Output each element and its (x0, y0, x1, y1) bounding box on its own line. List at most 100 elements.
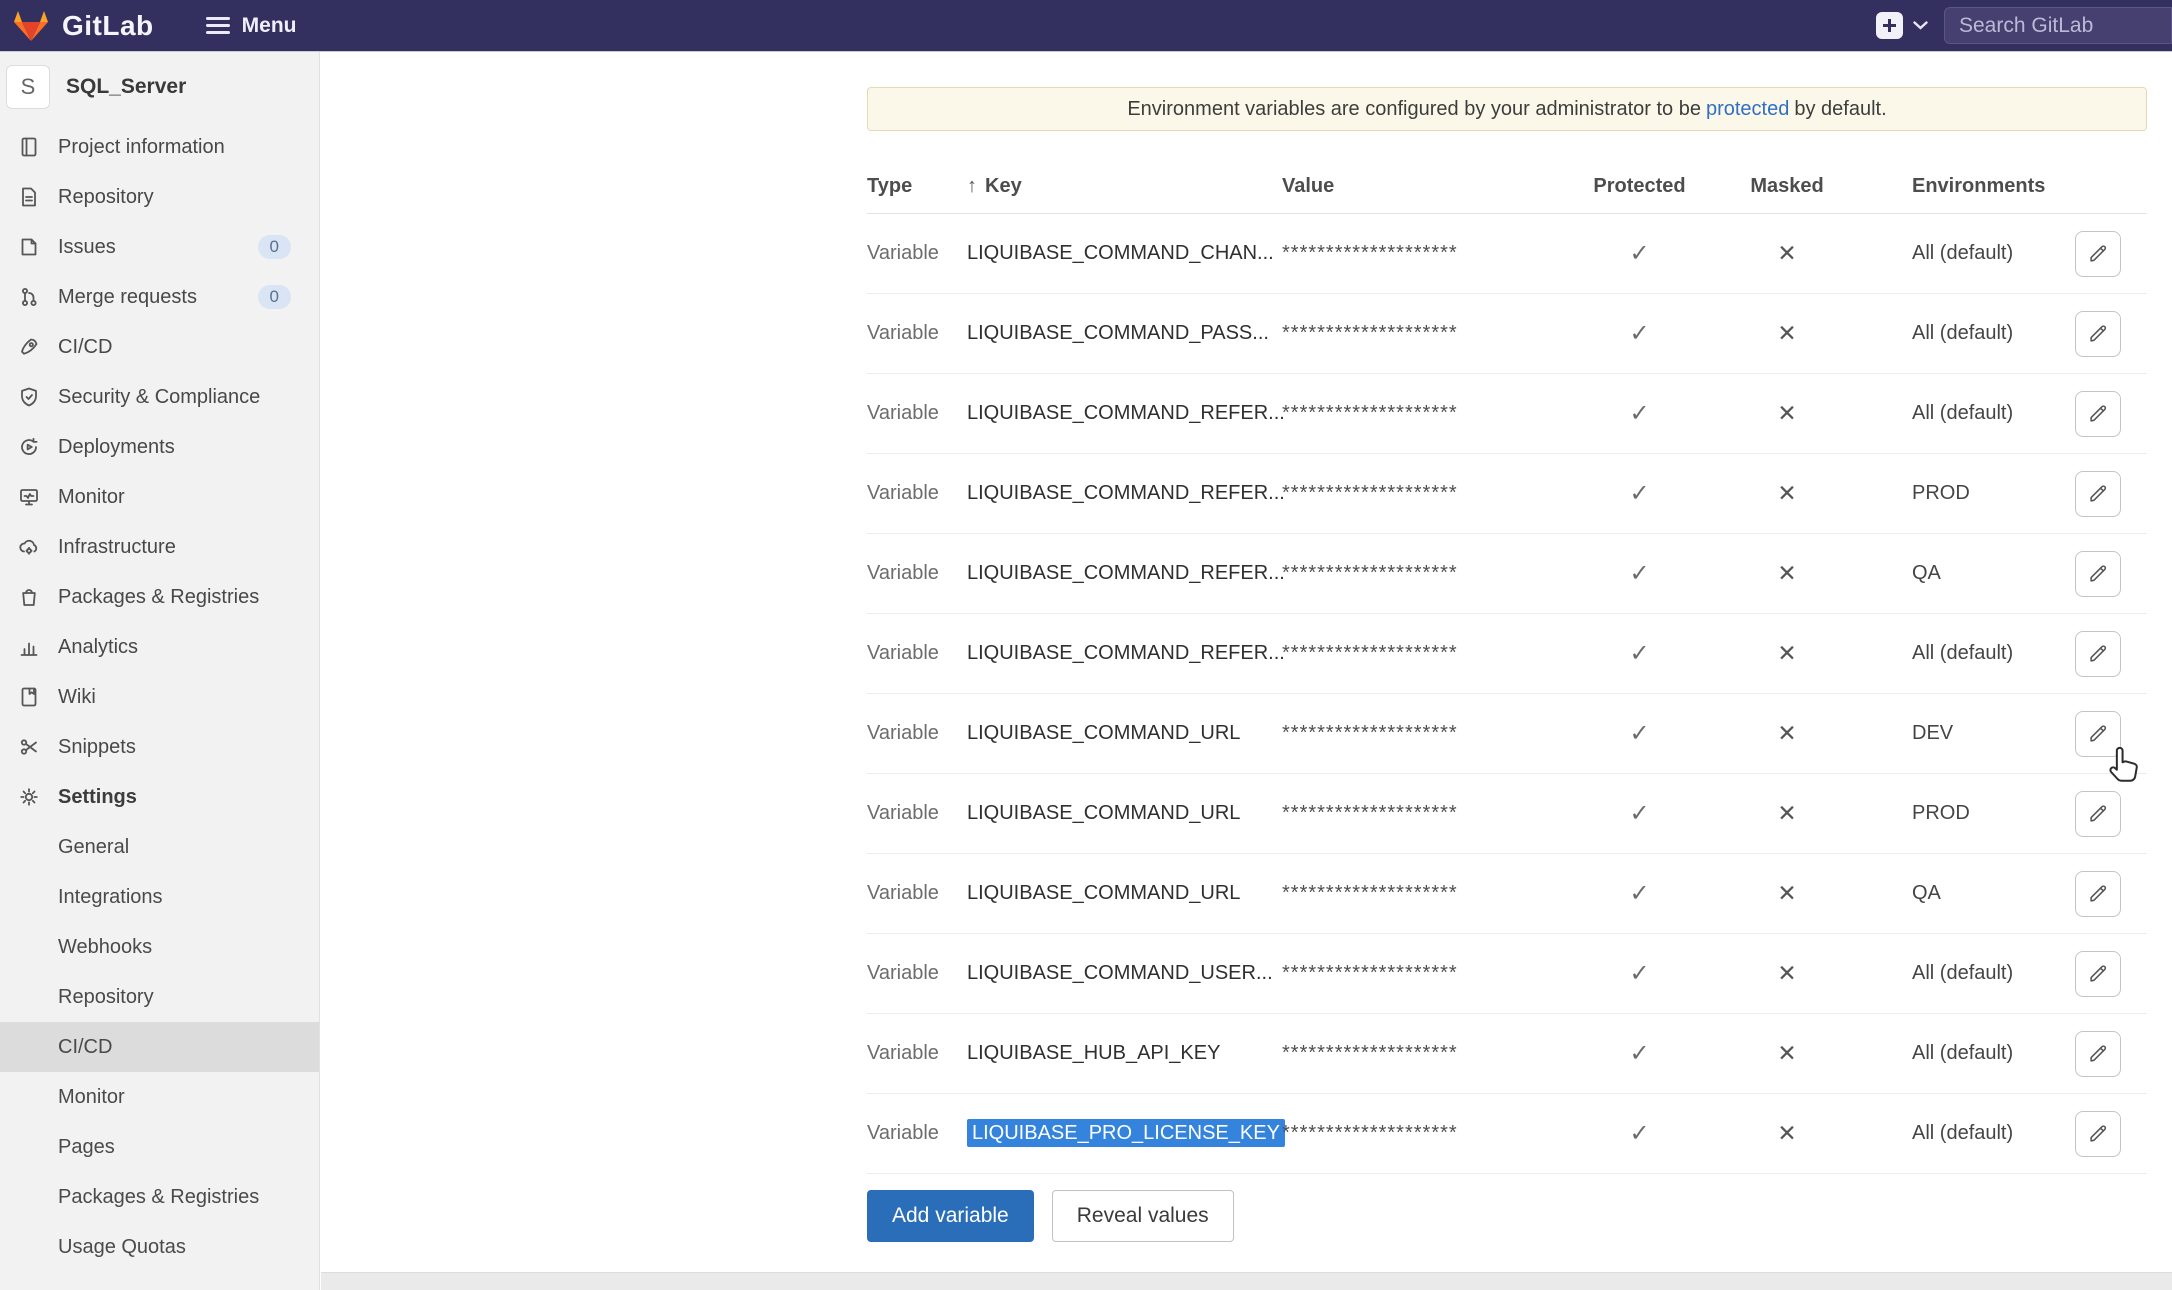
masked-x-icon: ✕ (1717, 960, 1857, 987)
sidebar-item-repository[interactable]: Repository (0, 172, 319, 222)
sidebar-item-label: Project information (58, 136, 225, 159)
edit-variable-button[interactable] (2075, 871, 2121, 917)
sidebar-subitem-usage-quotas[interactable]: Usage Quotas (0, 1222, 319, 1272)
project-avatar: S (6, 65, 50, 109)
pencil-icon (2087, 243, 2109, 265)
sidebar-item-project-information[interactable]: Project information (0, 122, 319, 172)
packages-registries-icon (16, 584, 42, 610)
analytics-icon (16, 634, 42, 660)
sidebar-item-label: Snippets (58, 736, 136, 759)
column-header-value[interactable]: Value (1282, 175, 1562, 198)
sidebar-item-snippets[interactable]: Snippets (0, 722, 319, 772)
project-sidebar: S SQL_Server Project information Reposito… (0, 52, 320, 1290)
variable-key: LIQUIBASE_PRO_LICENSE_KEY (967, 1122, 1282, 1145)
protected-check-icon: ✓ (1562, 959, 1717, 988)
edit-variable-button[interactable] (2075, 311, 2121, 357)
edit-variable-button[interactable] (2075, 1031, 2121, 1077)
variable-value-masked: ******************** (1282, 802, 1562, 825)
variable-value-masked: ******************** (1282, 882, 1562, 905)
variable-type: Variable (867, 642, 967, 665)
variable-type: Variable (867, 562, 967, 585)
edit-variable-button[interactable] (2075, 231, 2121, 277)
sidebar-subitem-integrations[interactable]: Integrations (0, 872, 319, 922)
sidebar-subitem-pages[interactable]: Pages (0, 1122, 319, 1172)
variable-key: LIQUIBASE_COMMAND_CHAN... (967, 242, 1282, 265)
masked-x-icon: ✕ (1717, 1120, 1857, 1147)
sidebar-item-label: Wiki (58, 686, 96, 709)
edit-variable-button[interactable] (2075, 951, 2121, 997)
edit-variable-button[interactable] (2075, 1111, 2121, 1157)
column-header-masked[interactable]: Masked (1717, 175, 1857, 198)
sidebar-item-analytics[interactable]: Analytics (0, 622, 319, 672)
table-row: VariableLIQUIBASE_COMMAND_URL***********… (867, 694, 2147, 774)
project-header[interactable]: S SQL_Server (0, 52, 319, 122)
project-name: SQL_Server (66, 75, 186, 99)
gitlab-tanuki-logo-icon[interactable] (12, 8, 50, 44)
new-item-plus-button[interactable] (1876, 12, 1903, 39)
edit-variable-button[interactable] (2075, 551, 2121, 597)
edit-variable-button[interactable] (2075, 711, 2121, 757)
repository-icon (16, 184, 42, 210)
sidebar-subitem-monitor[interactable]: Monitor (0, 1072, 319, 1122)
table-row: VariableLIQUIBASE_COMMAND_REFER...******… (867, 374, 2147, 454)
sidebar-item-infrastructure[interactable]: Infrastructure (0, 522, 319, 572)
sidebar-item-wiki[interactable]: Wiki (0, 672, 319, 722)
sidebar-item-label: Analytics (58, 636, 138, 659)
sidebar-item-issues[interactable]: Issues0 (0, 222, 319, 272)
sidebar-item-ci-cd[interactable]: CI/CD (0, 322, 319, 372)
brand-title[interactable]: GitLab (62, 10, 154, 42)
sidebar-item-label: Infrastructure (58, 536, 176, 559)
variable-type: Variable (867, 322, 967, 345)
masked-x-icon: ✕ (1717, 320, 1857, 347)
edit-variable-button[interactable] (2075, 791, 2121, 837)
settings-icon (16, 784, 42, 810)
sidebar-subitem-packages-registries[interactable]: Packages & Registries (0, 1172, 319, 1222)
column-header-type[interactable]: Type (867, 175, 967, 198)
masked-x-icon: ✕ (1717, 640, 1857, 667)
sidebar-item-settings[interactable]: Settings (0, 772, 319, 822)
search-input[interactable] (1945, 14, 2171, 38)
edit-variable-button[interactable] (2075, 631, 2121, 677)
masked-x-icon: ✕ (1717, 1040, 1857, 1067)
chevron-down-icon[interactable] (1913, 17, 1928, 35)
variable-type: Variable (867, 962, 967, 985)
reveal-values-button[interactable]: Reveal values (1052, 1190, 1234, 1242)
project-information-icon (16, 134, 42, 160)
column-header-protected[interactable]: Protected (1562, 175, 1717, 198)
snippets-icon (16, 734, 42, 760)
masked-x-icon: ✕ (1717, 800, 1857, 827)
sidebar-subitem-ci-cd[interactable]: CI/CD (0, 1022, 319, 1072)
sidebar-item-merge-requests[interactable]: Merge requests0 (0, 272, 319, 322)
masked-x-icon: ✕ (1717, 480, 1857, 507)
sidebar-item-packages-registries[interactable]: Packages & Registries (0, 572, 319, 622)
protected-link[interactable]: protected (1706, 98, 1789, 121)
variable-value-masked: ******************** (1282, 722, 1562, 745)
menu-button[interactable]: Menu (206, 14, 297, 38)
banner-text-after: by default. (1794, 98, 1886, 121)
edit-variable-button[interactable] (2075, 471, 2121, 517)
pencil-icon (2087, 643, 2109, 665)
sort-ascending-icon: ↑ (967, 175, 977, 197)
pencil-icon (2087, 963, 2109, 985)
variable-type: Variable (867, 402, 967, 425)
sidebar-item-security-compliance[interactable]: Security & Compliance (0, 372, 319, 422)
sidebar-subitem-webhooks[interactable]: Webhooks (0, 922, 319, 972)
column-header-key[interactable]: ↑Key (967, 175, 1282, 198)
sidebar-item-label: Issues (58, 236, 116, 259)
column-header-environments[interactable]: Environments (1857, 175, 2147, 198)
sidebar-item-monitor[interactable]: Monitor (0, 472, 319, 522)
edit-variable-button[interactable] (2075, 391, 2121, 437)
protected-check-icon: ✓ (1562, 1119, 1717, 1148)
sidebar-item-deployments[interactable]: Deployments (0, 422, 319, 472)
security-compliance-icon (16, 384, 42, 410)
sidebar-subitem-repository[interactable]: Repository (0, 972, 319, 1022)
pencil-icon (2087, 803, 2109, 825)
table-header-row: Type ↑Key Value Protected Masked Environ… (867, 160, 2147, 214)
pencil-icon (2087, 323, 2109, 345)
menu-label: Menu (242, 14, 297, 38)
variable-key: LIQUIBASE_COMMAND_REFER... (967, 402, 1282, 425)
pencil-icon (2087, 1043, 2109, 1065)
sidebar-subitem-general[interactable]: General (0, 822, 319, 872)
infrastructure-icon (16, 534, 42, 560)
add-variable-button[interactable]: Add variable (867, 1190, 1034, 1242)
